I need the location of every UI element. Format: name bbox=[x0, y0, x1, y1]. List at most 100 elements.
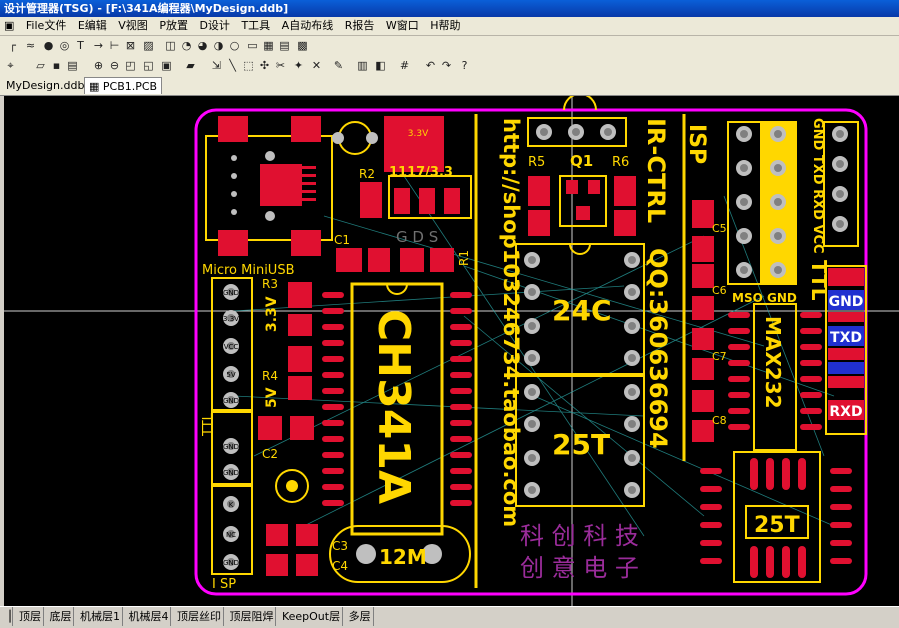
via-icon[interactable]: ◎ bbox=[58, 39, 71, 52]
menu-edit[interactable]: E编辑 bbox=[74, 17, 111, 35]
zoom-in-icon[interactable]: ⊕ bbox=[92, 59, 105, 72]
help-icon[interactable]: ? bbox=[458, 59, 471, 72]
arc-any-icon[interactable]: ◑ bbox=[212, 39, 225, 52]
ref-r3: R3 bbox=[262, 277, 278, 291]
fill-icon[interactable]: ⊠ bbox=[124, 39, 137, 52]
zoom-area-icon[interactable]: ◰ bbox=[124, 59, 137, 72]
grid-icon[interactable]: # bbox=[398, 59, 411, 72]
pencil-icon[interactable]: ✎ bbox=[332, 59, 345, 72]
mounting-notch bbox=[563, 96, 597, 111]
pin-label: GND bbox=[223, 397, 239, 405]
polygon-icon[interactable]: ▨ bbox=[142, 39, 155, 52]
zoom-out-icon[interactable]: ⊖ bbox=[108, 59, 121, 72]
label-ir-ctrl: IR-CTRL bbox=[642, 118, 670, 223]
pcb-canvas[interactable]: Micro MiniUSB 3.3V 1117/3.3 G D S R2 C1 … bbox=[4, 96, 899, 606]
label-i-sp: I SP bbox=[212, 577, 236, 592]
menu-window[interactable]: W窗口 bbox=[382, 17, 423, 35]
cut-icon[interactable]: ✂ bbox=[274, 59, 287, 72]
component-icon[interactable]: ▦ bbox=[262, 39, 275, 52]
ref-r6: R6 bbox=[612, 155, 629, 170]
pad-icon[interactable]: ● bbox=[42, 39, 55, 52]
route-icon[interactable]: ⇲ bbox=[210, 59, 223, 72]
led-pad-a bbox=[400, 248, 424, 272]
array-icon[interactable]: ▤ bbox=[278, 39, 291, 52]
cap-pads-bottom bbox=[266, 524, 318, 576]
arc-center-icon[interactable]: ◔ bbox=[180, 39, 193, 52]
led-top-pad2 bbox=[366, 132, 378, 144]
menu-help[interactable]: H帮助 bbox=[426, 17, 464, 35]
chip-25t-label: 25T bbox=[552, 428, 610, 461]
menu-design[interactable]: D设计 bbox=[195, 17, 233, 35]
chip-max232-label: MAX232 bbox=[761, 316, 785, 409]
cross-icon[interactable]: ✕ bbox=[310, 59, 323, 72]
document-tabs: MyDesign.ddb ▦ PCB1.PCB bbox=[0, 76, 899, 96]
pin-label: NC bbox=[226, 531, 236, 539]
menu-place[interactable]: P放置 bbox=[155, 17, 192, 35]
print-icon[interactable]: ▤ bbox=[66, 59, 79, 72]
layer-nav-icon[interactable]: ▕ bbox=[0, 607, 14, 626]
pin-label: 3.3V bbox=[223, 315, 239, 323]
crystal-label: 12M bbox=[379, 545, 427, 569]
tag-rxd: RXD bbox=[829, 404, 862, 420]
layer-tabs: ▕ 顶层 底层 机械层1 机械层4 顶层丝印 顶层阻焊 KeepOut层 多层 bbox=[0, 606, 899, 628]
circle-icon[interactable]: ○ bbox=[228, 39, 241, 52]
rect-fill-icon[interactable]: ▭ bbox=[246, 39, 259, 52]
toolbar-placement: ┌ ≈ ● ◎ T → ⊢ ⊠ ▨ ◫ ◔ ◕ ◑ ○ ▭ ▦ ▤ ▩ bbox=[0, 36, 899, 57]
zoom-fit-icon[interactable]: ◱ bbox=[142, 59, 155, 72]
tab-pcb1-label: PCB1.PCB bbox=[102, 80, 158, 93]
pin-label: GND bbox=[223, 289, 239, 297]
grid-paste-icon[interactable]: ▩ bbox=[296, 39, 309, 52]
deselect-icon[interactable]: ✦ bbox=[292, 59, 305, 72]
toolbar-main: ⌖ ▱ ▪ ▤ ⊕ ⊖ ◰ ◱ ▣ ▰ ⇲ ╲ ⬚ ✣ ✂ ✦ ✕ ✎ ▥ ◧ … bbox=[0, 56, 899, 77]
coordinate-icon[interactable]: → bbox=[92, 39, 105, 52]
save-icon[interactable]: ▪ bbox=[50, 59, 63, 72]
menu-reports[interactable]: R报告 bbox=[341, 17, 379, 35]
ref-q1: Q1 bbox=[570, 152, 593, 170]
tab-design-db[interactable]: MyDesign.ddb bbox=[2, 77, 88, 94]
line-icon[interactable]: ╲ bbox=[226, 59, 239, 72]
arc-edge-icon[interactable]: ◕ bbox=[196, 39, 209, 52]
arc-icon[interactable]: ≈ bbox=[24, 39, 37, 52]
menu-toggle-icon[interactable]: ⌖ bbox=[4, 59, 17, 72]
layer-top-overlay[interactable]: 顶层丝印 bbox=[175, 607, 224, 626]
layer-top-solder[interactable]: 顶层阻焊 bbox=[227, 607, 277, 626]
tab-pcb1[interactable]: ▦ PCB1.PCB bbox=[84, 77, 163, 94]
menu-tools[interactable]: T工具 bbox=[237, 17, 274, 35]
menu-autoroute[interactable]: A自动布线 bbox=[278, 17, 338, 35]
menu-file[interactable]: File文件 bbox=[22, 17, 70, 35]
ref-r1: R1 bbox=[457, 250, 471, 266]
label-ttl-left: TTL bbox=[201, 412, 216, 437]
image-icon[interactable]: ▰ bbox=[184, 59, 197, 72]
ch341a-pins-right bbox=[450, 292, 472, 506]
undo-icon[interactable]: ↶ bbox=[424, 59, 437, 72]
dimension-icon[interactable]: ⊢ bbox=[108, 39, 121, 52]
c1-pads-2 bbox=[368, 248, 390, 272]
browse-icon[interactable]: ▣ bbox=[160, 59, 173, 72]
move-icon[interactable]: ✣ bbox=[258, 59, 271, 72]
layer-multi[interactable]: 多层 bbox=[347, 607, 374, 626]
wire-icon[interactable]: ┌ bbox=[6, 39, 19, 52]
text-icon[interactable]: T bbox=[74, 39, 87, 52]
label-5v: 5V bbox=[264, 387, 280, 408]
r2-pads bbox=[360, 182, 382, 218]
label-isp: ISP bbox=[684, 124, 709, 164]
layer-mech4[interactable]: 机械层4 bbox=[126, 607, 172, 626]
open-icon[interactable]: ▱ bbox=[34, 59, 47, 72]
layer-keepout[interactable]: KeepOut层 bbox=[280, 607, 344, 626]
select-icon[interactable]: ⬚ bbox=[242, 59, 255, 72]
ref-c1: C1 bbox=[334, 233, 350, 247]
pin-label: K bbox=[229, 501, 234, 509]
pin-label: VCC bbox=[224, 343, 239, 351]
url-text: http://shop103246734.taobao.com bbox=[499, 118, 523, 527]
layer-mech1[interactable]: 机械层1 bbox=[78, 607, 123, 626]
menu-view[interactable]: V视图 bbox=[114, 17, 152, 35]
redo-icon[interactable]: ↷ bbox=[440, 59, 453, 72]
room-icon[interactable]: ◫ bbox=[164, 39, 177, 52]
library-search-icon[interactable]: ◧ bbox=[374, 59, 387, 72]
layer-bottom[interactable]: 底层 bbox=[47, 607, 75, 626]
layer-top[interactable]: 顶层 bbox=[17, 607, 44, 626]
ref-c7: C7 bbox=[712, 350, 727, 363]
pin-label: GND bbox=[223, 469, 239, 477]
menu-icon[interactable]: ▣ bbox=[0, 17, 18, 35]
library-icon[interactable]: ▥ bbox=[356, 59, 369, 72]
